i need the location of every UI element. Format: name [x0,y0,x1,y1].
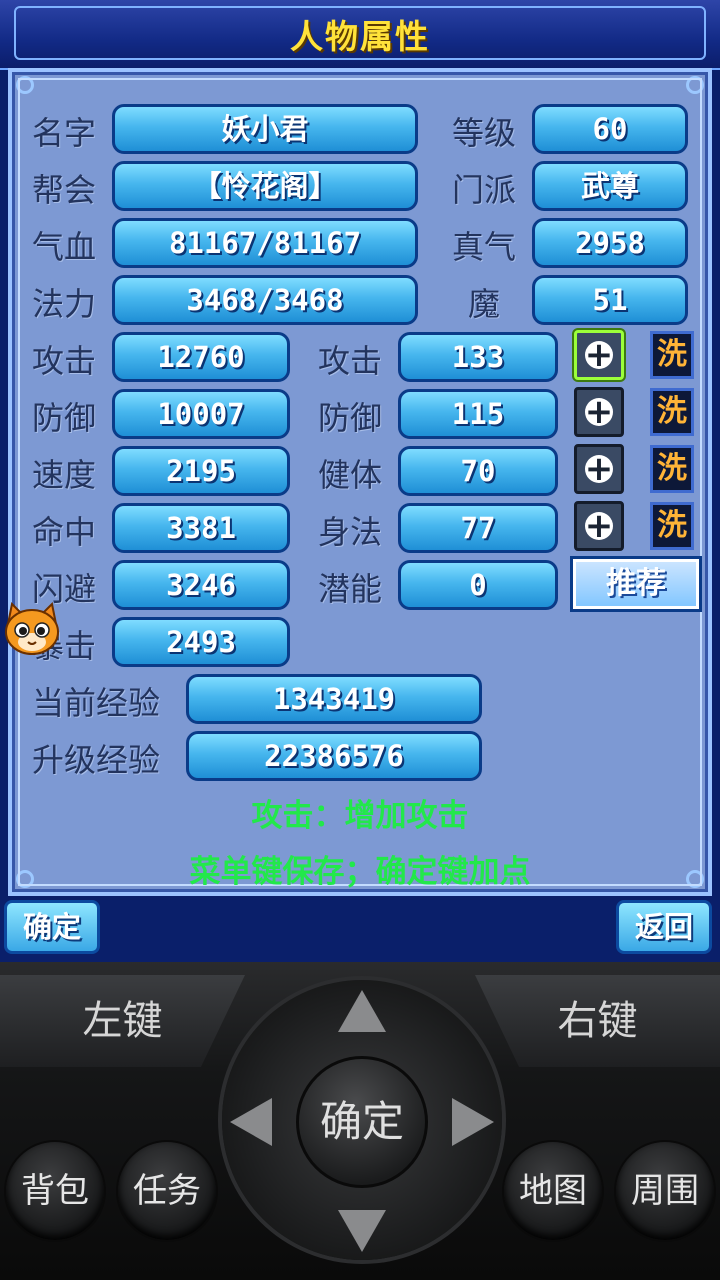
guild-field: 【怜花阁】 [112,161,418,211]
level-label: 等级 [452,114,517,152]
confirm-softkey[interactable]: 确定 [4,900,100,954]
mp-field: 3468/3468 [112,275,418,325]
corner-ornament [686,76,704,94]
attr-value: 70 [398,446,558,496]
attr-value: 0 [398,560,558,610]
stat-value: 2493 [112,617,290,667]
sect-field: 武尊 [532,161,688,211]
attr-value: 77 [398,503,558,553]
current-exp-label: 当前经验 [32,684,161,722]
wash-attack-button[interactable]: 洗 [650,331,694,379]
dpad-up-icon[interactable] [338,990,386,1032]
game-screen: 人物属性 名字 妖小君 等级 60 帮会 【怜花阁】 门派 武尊 气血 8116… [0,0,720,962]
dpad-left-icon[interactable] [230,1098,272,1146]
stat-label: 速度 [32,456,97,494]
attr-label: 防御 [318,399,383,437]
add-agility-button[interactable] [574,501,624,551]
dpad-confirm-button[interactable]: 确定 [296,1056,428,1188]
name-label: 名字 [32,114,97,152]
guild-label: 帮会 [32,171,97,209]
cat-mascot-icon[interactable] [2,602,62,660]
back-softkey[interactable]: 返回 [616,900,712,954]
add-body-button[interactable] [574,444,624,494]
recommend-button[interactable]: 推荐 [570,556,702,612]
dpad-down-icon[interactable] [338,1210,386,1252]
attr-value: 133 [398,332,558,382]
attr-label: 潜能 [318,570,383,608]
task-button[interactable]: 任务 [118,1142,216,1240]
qi-label: 真气 [452,228,517,266]
stat-label: 防御 [32,399,97,437]
hint-text: 攻击：增加攻击 [251,798,469,834]
nearby-button[interactable]: 周围 [616,1142,714,1240]
next-exp-field: 22386576 [186,731,482,781]
stat-value: 2195 [112,446,290,496]
name-field: 妖小君 [112,104,418,154]
stat-value: 3246 [112,560,290,610]
demon-label: 魔 [468,285,501,323]
add-defense-button[interactable] [574,387,624,437]
wash-defense-button[interactable]: 洗 [650,388,694,436]
current-exp-field: 1343419 [186,674,482,724]
bottom-bar [0,896,720,962]
wash-agility-button[interactable]: 洗 [650,502,694,550]
attr-label: 攻击 [318,342,383,380]
attr-label: 健体 [318,456,383,494]
qi-field: 2958 [532,218,688,268]
title-bar: 人物属性 [0,0,720,70]
level-field: 60 [532,104,688,154]
demon-field: 51 [532,275,688,325]
page-title: 人物属性 [290,17,430,56]
hp-field: 81167/81167 [112,218,418,268]
stat-label: 攻击 [32,342,97,380]
map-button[interactable]: 地图 [504,1142,602,1240]
mp-label: 法力 [32,285,97,323]
dpad-right-icon[interactable] [452,1098,494,1146]
bag-button[interactable]: 背包 [6,1142,104,1240]
instruction-text: 菜单键保存；确定键加点 [189,854,531,890]
attr-value: 115 [398,389,558,439]
stat-value: 12760 [112,332,290,382]
stat-value: 10007 [112,389,290,439]
wash-body-button[interactable]: 洗 [650,445,694,493]
next-exp-label: 升级经验 [32,741,161,779]
add-attack-button[interactable] [574,330,624,380]
corner-ornament [16,76,34,94]
sect-label: 门派 [452,171,517,209]
stat-value: 3381 [112,503,290,553]
attr-label: 身法 [318,513,383,551]
hp-label: 气血 [32,228,97,266]
stat-label: 命中 [32,513,97,551]
